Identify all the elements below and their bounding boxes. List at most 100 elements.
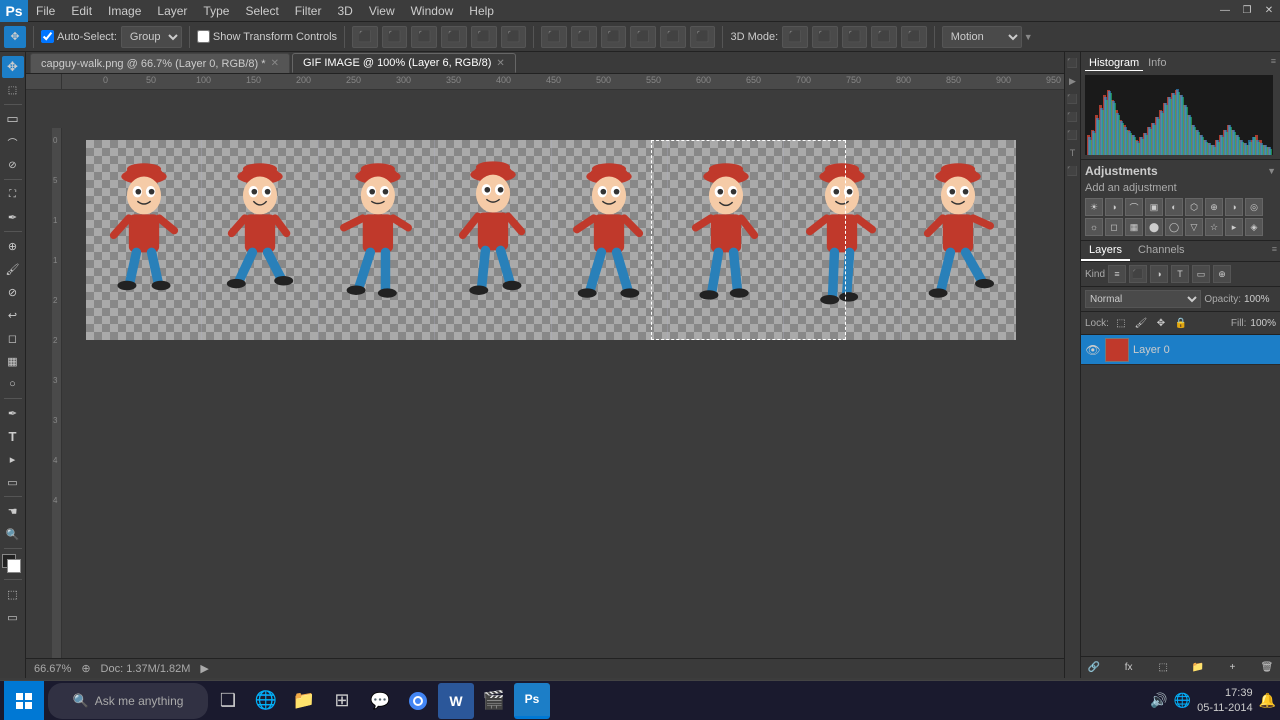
- dist-vmid-btn[interactable]: ⬛: [571, 26, 597, 48]
- align-right-btn[interactable]: ⬛: [501, 26, 527, 48]
- brush-tool[interactable]: 🖌: [2, 258, 24, 280]
- gradient-tool[interactable]: ▦: [2, 350, 24, 372]
- layer-filter-toggle[interactable]: ⊕: [1213, 265, 1231, 283]
- taskbar-file-explorer[interactable]: 📁: [286, 683, 322, 719]
- dist-hmid-btn[interactable]: ⬛: [660, 26, 686, 48]
- taskbar-task-view[interactable]: ❑: [210, 683, 246, 719]
- move-tool-btn[interactable]: ✥: [4, 26, 26, 48]
- minimize-button[interactable]: —: [1214, 0, 1236, 22]
- move-tool[interactable]: ✥: [2, 56, 24, 78]
- tab-layers[interactable]: Layers: [1081, 241, 1130, 261]
- adj-photo-filter[interactable]: ◎: [1245, 198, 1263, 216]
- dist-top-btn[interactable]: ⬛: [541, 26, 567, 48]
- delete-layer-btn[interactable]: 🗑: [1258, 659, 1276, 677]
- layer-filter-pixel[interactable]: ⬛: [1129, 265, 1147, 283]
- adj-brightness[interactable]: ☀: [1085, 198, 1103, 216]
- layer-filter-shape[interactable]: ▭: [1192, 265, 1210, 283]
- add-effect-btn[interactable]: fx: [1120, 659, 1138, 677]
- crop-tool[interactable]: ⛶: [2, 183, 24, 205]
- system-clock[interactable]: 17:39 05-11-2014: [1197, 686, 1252, 715]
- 3d-rotate-btn[interactable]: ⬛: [782, 26, 808, 48]
- tab-channels[interactable]: Channels: [1130, 241, 1192, 261]
- auto-select-dropdown[interactable]: Group Layer: [121, 26, 182, 48]
- hand-tool[interactable]: ☚: [2, 500, 24, 522]
- 3d-pan-btn[interactable]: ⬛: [842, 26, 868, 48]
- 3d-slide-btn[interactable]: ⬛: [871, 26, 897, 48]
- show-transform-group[interactable]: Show Transform Controls: [197, 30, 337, 43]
- adj-solid-color[interactable]: ◈: [1245, 218, 1263, 236]
- notification-icon[interactable]: 🔔: [1259, 692, 1276, 709]
- pen-tool[interactable]: ✒: [2, 402, 24, 424]
- tab-gif-close[interactable]: ✕: [496, 58, 504, 69]
- search-placeholder[interactable]: Ask me anything: [95, 694, 184, 708]
- menu-view[interactable]: View: [361, 0, 403, 21]
- clone-stamp-tool[interactable]: ⊘: [2, 281, 24, 303]
- quick-mask-tool[interactable]: ⬚: [2, 583, 24, 605]
- menu-filter[interactable]: Filter: [287, 0, 330, 21]
- link-layers-btn[interactable]: 🔗: [1085, 659, 1103, 677]
- adj-channel-mixer[interactable]: ☼: [1085, 218, 1103, 236]
- panel-btn-1[interactable]: ⬛: [1066, 56, 1080, 70]
- tab-info[interactable]: Info: [1144, 56, 1170, 71]
- start-button[interactable]: [4, 681, 44, 720]
- taskbar-video[interactable]: 🎬: [476, 683, 512, 719]
- lasso-tool[interactable]: ⌒: [2, 131, 24, 153]
- motion-select[interactable]: Motion: [942, 26, 1022, 48]
- menu-help[interactable]: Help: [461, 0, 502, 21]
- 3d-roll-btn[interactable]: ⬛: [812, 26, 838, 48]
- arrow-icon[interactable]: ▶: [200, 662, 208, 675]
- heal-tool[interactable]: ⊕: [2, 235, 24, 257]
- adj-pattern[interactable]: ▸: [1225, 218, 1243, 236]
- taskbar-chrome[interactable]: [400, 683, 436, 719]
- eraser-tool[interactable]: ◻: [2, 327, 24, 349]
- color-picker[interactable]: [2, 554, 24, 576]
- menu-file[interactable]: File: [28, 0, 63, 21]
- lock-paint-btn[interactable]: 🖌: [1133, 315, 1149, 331]
- align-left-btn[interactable]: ⬛: [441, 26, 467, 48]
- new-layer-btn[interactable]: +: [1223, 659, 1241, 677]
- lock-all-btn[interactable]: 🔒: [1173, 315, 1189, 331]
- speaker-icon[interactable]: 🔊: [1150, 692, 1167, 709]
- restore-button[interactable]: ❐: [1236, 0, 1258, 22]
- path-select-tool[interactable]: ▸: [2, 448, 24, 470]
- tab-histogram[interactable]: Histogram: [1085, 56, 1143, 71]
- adj-gradient-map[interactable]: ▽: [1185, 218, 1203, 236]
- dist-right-btn[interactable]: ⬛: [690, 26, 716, 48]
- menu-edit[interactable]: Edit: [63, 0, 100, 21]
- layer-0-visibility[interactable]: 👁: [1085, 342, 1101, 358]
- close-button[interactable]: ✕: [1258, 0, 1280, 22]
- align-vmid-btn[interactable]: ⬛: [382, 26, 408, 48]
- tab-capguy-close[interactable]: ✕: [271, 58, 279, 69]
- align-bottom-btn[interactable]: ⬛: [411, 26, 437, 48]
- layers-options-icon[interactable]: ≡: [1269, 241, 1280, 261]
- layer-row-0[interactable]: 👁 Layer 0: [1081, 335, 1280, 365]
- layer-filter-adjustment[interactable]: ◑: [1150, 265, 1168, 283]
- 3d-scale-btn[interactable]: ⬛: [901, 26, 927, 48]
- taskbar-skype[interactable]: 💬: [362, 683, 398, 719]
- auto-select-checkbox[interactable]: [41, 30, 54, 43]
- network-icon[interactable]: 🌐: [1174, 692, 1191, 709]
- adj-hsl[interactable]: ⬡: [1185, 198, 1203, 216]
- adj-bw[interactable]: ◑: [1225, 198, 1243, 216]
- panel-options-icon[interactable]: ≡: [1271, 56, 1276, 71]
- marquee-tool[interactable]: ▭: [2, 108, 24, 130]
- menu-select[interactable]: Select: [237, 0, 286, 21]
- menu-layer[interactable]: Layer: [149, 0, 195, 21]
- taskbar-windows-store[interactable]: ⊞: [324, 683, 360, 719]
- tab-gif[interactable]: GIF IMAGE @ 100% (Layer 6, RGB/8) ✕: [292, 53, 516, 73]
- auto-select-group[interactable]: Auto-Select:: [41, 30, 117, 43]
- taskbar-edge[interactable]: 🌐: [248, 683, 284, 719]
- adj-invert[interactable]: ▦: [1125, 218, 1143, 236]
- menu-3d[interactable]: 3D: [329, 0, 360, 21]
- panel-btn-6[interactable]: T: [1066, 146, 1080, 160]
- adjustments-collapse[interactable]: ▼: [1267, 166, 1276, 176]
- panel-btn-7[interactable]: ⬛: [1066, 164, 1080, 178]
- fill-value[interactable]: 100%: [1250, 318, 1276, 329]
- adj-levels[interactable]: ◑: [1105, 198, 1123, 216]
- adj-exposure[interactable]: ▣: [1145, 198, 1163, 216]
- adj-vibrance[interactable]: ◐: [1165, 198, 1183, 216]
- adj-selective-color[interactable]: ☆: [1205, 218, 1223, 236]
- menu-type[interactable]: Type: [195, 0, 237, 21]
- adj-color-lookup[interactable]: ◻: [1105, 218, 1123, 236]
- adj-color-balance[interactable]: ⊕: [1205, 198, 1223, 216]
